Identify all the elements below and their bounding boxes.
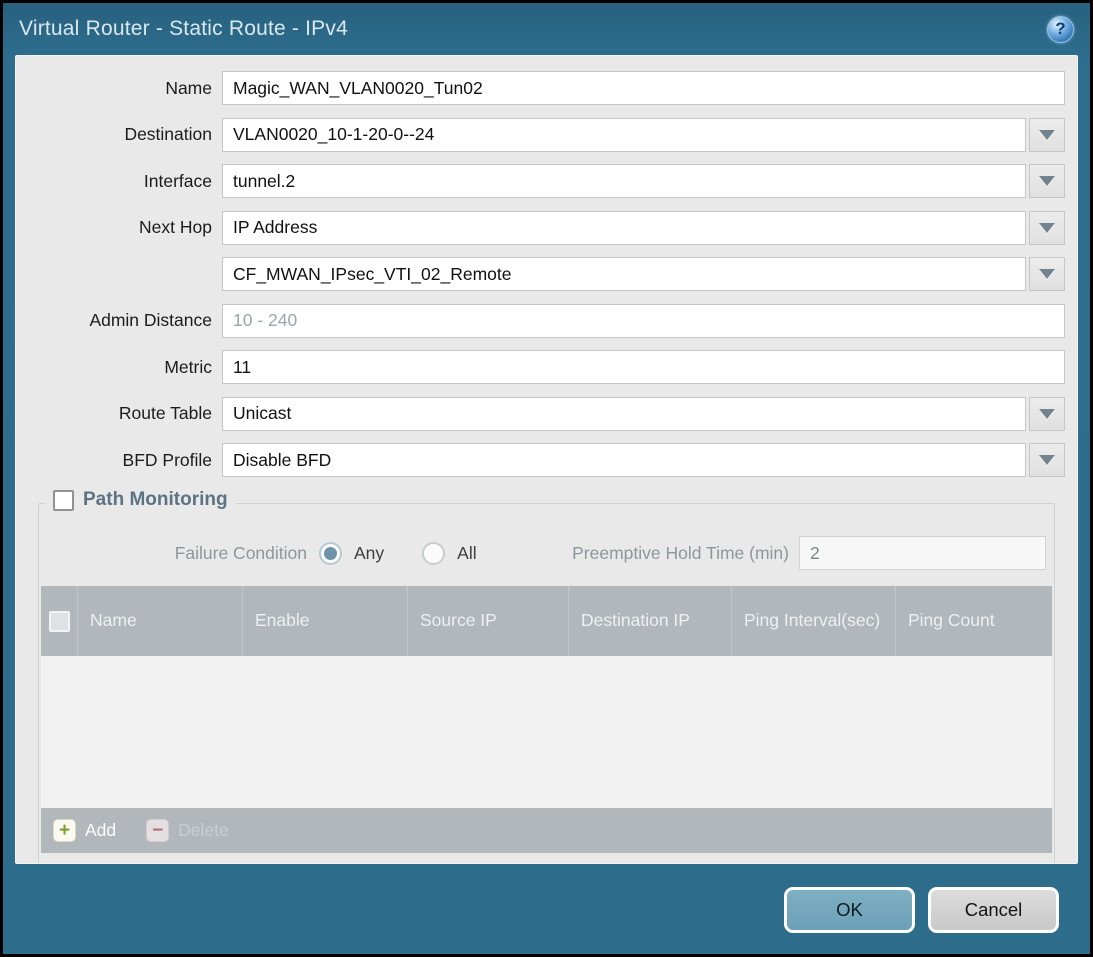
next-hop-type-input[interactable]: [222, 211, 1026, 245]
column-header-enable[interactable]: Enable: [243, 586, 408, 656]
chevron-down-icon: [1039, 409, 1055, 419]
radio-any-label: Any: [354, 543, 384, 564]
destination-dropdown-button[interactable]: [1029, 118, 1065, 152]
dialog-body: Name Destination Interface: [15, 55, 1078, 864]
delete-button-label: Delete: [178, 820, 229, 841]
form-row-next-hop: Next Hop: [26, 211, 1065, 245]
route-table-input[interactable]: [222, 397, 1026, 431]
path-monitoring-checkbox[interactable]: [53, 490, 74, 511]
dialog-footer: OK Cancel: [3, 864, 1090, 954]
dialog-screen: Virtual Router - Static Route - IPv4 ? N…: [0, 0, 1093, 957]
failure-condition-any-radio[interactable]: Any: [319, 542, 384, 565]
chevron-down-icon: [1039, 130, 1055, 140]
form-row-interface: Interface: [26, 164, 1065, 198]
bfd-profile-input[interactable]: [222, 443, 1026, 477]
column-header-name[interactable]: Name: [78, 586, 243, 656]
preemptive-hold-time-label: Preemptive Hold Time (min): [572, 543, 799, 564]
path-monitoring-title: Path Monitoring: [83, 489, 228, 511]
preemptive-hold-time-input[interactable]: [799, 536, 1046, 570]
route-table-label: Route Table: [26, 403, 222, 424]
column-header-destination-ip[interactable]: Destination IP: [569, 586, 732, 656]
chevron-down-icon: [1039, 223, 1055, 233]
cancel-button[interactable]: Cancel: [928, 887, 1059, 933]
bfd-profile-label: BFD Profile: [26, 450, 222, 471]
dialog-title: Virtual Router - Static Route - IPv4: [19, 17, 348, 41]
metric-input[interactable]: [222, 350, 1065, 384]
name-label: Name: [26, 78, 222, 99]
dialog-titlebar: Virtual Router - Static Route - IPv4 ?: [3, 3, 1090, 55]
select-all-checkbox[interactable]: [49, 611, 70, 632]
add-button-label: Add: [85, 820, 116, 841]
next-hop-label: Next Hop: [26, 217, 222, 238]
table-select-all-cell: [41, 586, 78, 656]
next-hop-type-dropdown-button[interactable]: [1029, 211, 1065, 245]
failure-condition-row: Failure Condition Any All Preemptive Hol…: [41, 536, 1046, 570]
metric-label: Metric: [26, 357, 222, 378]
destination-label: Destination: [26, 124, 222, 145]
form-row-bfd-profile: BFD Profile: [26, 443, 1065, 477]
failure-condition-all-radio[interactable]: All: [422, 542, 476, 565]
static-route-dialog: Virtual Router - Static Route - IPv4 ? N…: [3, 3, 1090, 954]
chevron-down-icon: [1039, 176, 1055, 186]
interface-dropdown-button[interactable]: [1029, 164, 1065, 198]
path-monitoring-table: Name Enable Source IP Destination IP Pin…: [41, 586, 1052, 853]
radio-all-label: All: [457, 543, 476, 564]
chevron-down-icon: [1039, 455, 1055, 465]
admin-distance-input[interactable]: [222, 304, 1065, 338]
form-row-metric: Metric: [26, 350, 1065, 384]
destination-input[interactable]: [222, 118, 1026, 152]
add-button[interactable]: + Add: [53, 819, 116, 842]
table-toolbar: + Add − Delete: [41, 808, 1052, 853]
delete-button[interactable]: − Delete: [146, 819, 229, 842]
table-body-empty: [41, 656, 1052, 808]
form-row-destination: Destination: [26, 118, 1065, 152]
route-table-dropdown-button[interactable]: [1029, 397, 1065, 431]
radio-unselected-icon: [422, 542, 445, 565]
failure-condition-label: Failure Condition: [41, 543, 319, 564]
minus-icon: −: [146, 819, 169, 842]
column-header-source-ip[interactable]: Source IP: [408, 586, 569, 656]
form-row-name: Name: [26, 71, 1065, 105]
form-row-next-hop-address: [26, 257, 1065, 291]
ok-button[interactable]: OK: [784, 887, 915, 933]
form-row-admin-distance: Admin Distance: [26, 304, 1065, 338]
next-hop-address-input[interactable]: [222, 257, 1026, 291]
help-icon[interactable]: ?: [1047, 16, 1074, 43]
bfd-profile-dropdown-button[interactable]: [1029, 443, 1065, 477]
next-hop-address-dropdown-button[interactable]: [1029, 257, 1065, 291]
interface-label: Interface: [26, 171, 222, 192]
plus-icon: +: [53, 819, 76, 842]
form-row-route-table: Route Table: [26, 397, 1065, 431]
interface-input[interactable]: [222, 164, 1026, 198]
name-input[interactable]: [222, 71, 1065, 105]
chevron-down-icon: [1039, 269, 1055, 279]
path-monitoring-section: Path Monitoring Failure Condition Any Al…: [38, 503, 1055, 864]
column-header-ping-count[interactable]: Ping Count: [896, 586, 1052, 656]
table-header-row: Name Enable Source IP Destination IP Pin…: [41, 586, 1052, 656]
admin-distance-label: Admin Distance: [26, 310, 222, 331]
radio-selected-icon: [319, 542, 342, 565]
path-monitoring-legend: Path Monitoring: [45, 489, 236, 511]
column-header-ping-interval[interactable]: Ping Interval(sec): [732, 586, 896, 656]
